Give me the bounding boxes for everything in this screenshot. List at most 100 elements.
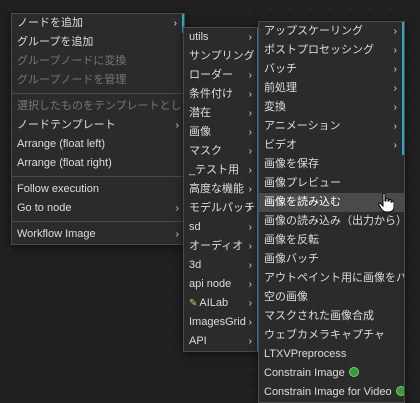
menu3-item-item-12[interactable]: 画像バッチ	[259, 250, 404, 269]
menu3-item-item-3[interactable]: 前処理 ›	[259, 79, 404, 98]
menu-item-label: 条件付け	[189, 88, 233, 100]
menu1-item-go-to-node[interactable]: Go to node ›	[12, 199, 184, 218]
chevron-right-icon: ›	[248, 336, 252, 347]
menu2-item-api[interactable]: API ›	[184, 332, 259, 351]
menu3-item-item-15[interactable]: マスクされた画像合成	[259, 307, 404, 326]
chevron-right-icon: ›	[248, 184, 252, 195]
menu-item-label: api node	[189, 278, 232, 290]
menu-item-label: LTXVPreprocess	[264, 348, 347, 360]
menu-item-label: 潜在	[189, 107, 211, 119]
menu3-item-constrain-image-for-video[interactable]: Constrain Image for Video	[259, 383, 404, 402]
menu3-item-item-11[interactable]: 画像を反転	[259, 231, 404, 250]
menu-item-label: _テスト用	[189, 164, 240, 176]
menu2-item-item-7[interactable]: _テスト用 ›	[184, 161, 259, 180]
menu2-item-item-6[interactable]: マスク ›	[184, 142, 259, 161]
menu3-item-ltxvpreprocess[interactable]: LTXVPreprocess	[259, 345, 404, 364]
chevron-right-icon: ›	[248, 32, 252, 43]
chevron-right-icon: ›	[248, 108, 252, 119]
hand-cursor-icon	[378, 193, 394, 213]
chevron-right-icon: ›	[393, 64, 397, 75]
menu3-item-item-16[interactable]: ウェブカメラキャプチャ	[259, 326, 404, 345]
menu2-item-item-3[interactable]: 条件付け ›	[184, 85, 259, 104]
menu1-item-item-1[interactable]: グループを追加	[12, 33, 184, 52]
chevron-right-icon: ›	[248, 51, 252, 62]
menu2-item-3d[interactable]: 3d ›	[184, 256, 259, 275]
chevron-right-icon: ›	[393, 102, 397, 113]
menu-item-label: 空の画像	[264, 291, 308, 303]
menu3-item-item-10[interactable]: 画像の読み込み（出力から）	[259, 212, 404, 231]
menu1-item-item-5: 選択したものをテンプレートとして保存	[12, 97, 184, 116]
menu-item-label: AILab	[199, 297, 229, 309]
menu1-item-workflow-image[interactable]: Workflow Image ›	[12, 225, 184, 244]
menu1-item-item-2: グループノードに変換	[12, 52, 184, 71]
chevron-right-icon: ›	[248, 89, 252, 100]
chevron-right-icon: ›	[393, 83, 397, 94]
chevron-right-icon: ›	[248, 203, 252, 214]
menu3-item-item-6[interactable]: ビデオ ›	[259, 136, 404, 155]
menu3-item-item-14[interactable]: 空の画像	[259, 288, 404, 307]
menu2-item-item-5[interactable]: 画像 ›	[184, 123, 259, 142]
menu2-item-api-node[interactable]: api node ›	[184, 275, 259, 294]
menu2-item-utils[interactable]: utils ›	[184, 28, 259, 47]
menu-item-label: アウトペイント用に画像をパッド	[264, 272, 404, 284]
menu-item-label: Arrange (float right)	[17, 157, 112, 169]
menu3-item-item-5[interactable]: アニメーション ›	[259, 117, 404, 136]
chevron-right-icon: ›	[248, 70, 252, 81]
chevron-right-icon: ›	[393, 45, 397, 56]
chevron-right-icon: ›	[175, 203, 179, 214]
menu-item-label: 画像を読み込む	[264, 196, 341, 208]
chevron-right-icon: ›	[248, 222, 252, 233]
menu3-item-item-7[interactable]: 画像を保存	[259, 155, 404, 174]
menu3-item-item-8[interactable]: 画像プレビュー	[259, 174, 404, 193]
menu-item-label: 画像の読み込み（出力から）	[264, 215, 404, 227]
menu-separator	[12, 93, 184, 94]
menu2-item-item-4[interactable]: 潜在 ›	[184, 104, 259, 123]
chevron-right-icon: ›	[393, 140, 397, 151]
menu-item-label: 変換	[264, 101, 286, 113]
menu1-item-item-0[interactable]: ノードを追加 ›	[12, 14, 184, 33]
chevron-right-icon: ›	[248, 165, 252, 176]
menu-item-label: 前処理	[264, 82, 297, 94]
chevron-right-icon: ›	[175, 120, 179, 131]
menu1-item-item-6[interactable]: ノードテンプレート ›	[12, 116, 184, 135]
menu1-item-item-3: グループノードを管理	[12, 71, 184, 90]
menu-item-label: マスクされた画像合成	[264, 310, 374, 322]
menu3-item-item-1[interactable]: ポストプロセッシング ›	[259, 41, 404, 60]
menu2-item-item-8[interactable]: 高度な機能 ›	[184, 180, 259, 199]
chevron-right-icon: ›	[175, 229, 179, 240]
chevron-right-icon: ›	[248, 241, 252, 252]
menu3-item-item-2[interactable]: バッチ ›	[259, 60, 404, 79]
menu-item-label: ウェブカメラキャプチャ	[264, 329, 385, 341]
menu-item-label: utils	[189, 31, 209, 43]
menu3-item-item-4[interactable]: 変換 ›	[259, 98, 404, 117]
menu-item-label: ImagesGrid	[189, 316, 246, 328]
menu2-item-imagesgrid[interactable]: ImagesGrid ›	[184, 313, 259, 332]
menu3-item-item-13[interactable]: アウトペイント用に画像をパッド	[259, 269, 404, 288]
menu1-item-follow-execution[interactable]: Follow execution	[12, 180, 184, 199]
menu-item-label: グループノードを管理	[17, 74, 127, 86]
menu-item-label: Arrange (float left)	[17, 138, 106, 150]
menu2-item-item-9[interactable]: モデルパッチ ›	[184, 199, 259, 218]
menu2-item-item-1[interactable]: サンプリング ›	[184, 47, 259, 66]
menu2-item-ailab[interactable]: ✎ AILab ›	[184, 294, 259, 313]
chevron-right-icon: ›	[248, 127, 252, 138]
menu-separator	[12, 221, 184, 222]
menu2-item-sd[interactable]: sd ›	[184, 218, 259, 237]
menu1-item-arrange-float-right[interactable]: Arrange (float right)	[12, 154, 184, 173]
chevron-right-icon: ›	[393, 121, 397, 132]
menu-item-label: マスク	[189, 145, 222, 157]
menu3-item-constrain-image[interactable]: Constrain Image	[259, 364, 404, 383]
menu-item-label: バッチ	[264, 63, 297, 75]
menu1-item-arrange-float-left[interactable]: Arrange (float left)	[12, 135, 184, 154]
menu-item-label: Workflow Image	[17, 228, 96, 240]
menu-item-label: グループノードに変換	[17, 55, 127, 67]
menu2-item-item-11[interactable]: オーディオ ›	[184, 237, 259, 256]
menu-item-label: 画像を保存	[264, 158, 319, 170]
menu-item-label: モデルパッチ	[189, 202, 255, 214]
menu-item-label: 3d	[189, 259, 202, 271]
menu-item-label: sd	[189, 221, 201, 233]
menu3-item-item-0[interactable]: アップスケーリング ›	[259, 22, 404, 41]
chevron-right-icon: ›	[173, 18, 177, 29]
menu-item-label: ノードを追加	[17, 17, 83, 29]
menu2-item-item-2[interactable]: ローダー ›	[184, 66, 259, 85]
